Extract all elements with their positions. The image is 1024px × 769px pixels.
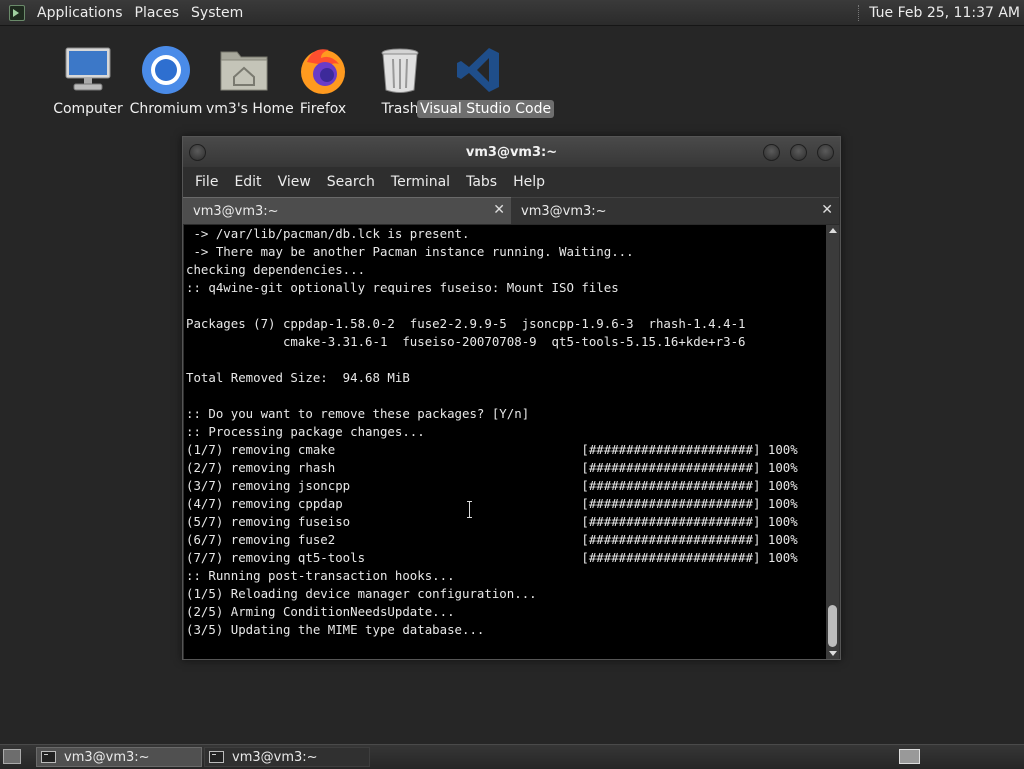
window-menu-icon[interactable] bbox=[189, 144, 206, 161]
terminal-line: (2/7) removing rhash [##################… bbox=[186, 460, 798, 475]
menu-edit[interactable]: Edit bbox=[226, 174, 269, 190]
desktop-icon-label: Trash bbox=[381, 101, 419, 117]
firefox-icon bbox=[297, 44, 349, 96]
terminal-line: :: Running post-transaction hooks... bbox=[186, 568, 455, 583]
terminal-line: (6/7) removing fuse2 [##################… bbox=[186, 532, 798, 547]
home-folder-icon bbox=[218, 44, 270, 96]
tab-terminal-2[interactable]: vm3@vm3:~ ✕ bbox=[511, 197, 839, 224]
top-panel: Applications Places System Tue Feb 25, 1… bbox=[0, 0, 1024, 26]
terminal-line: (4/7) removing cppdap [#################… bbox=[186, 496, 798, 511]
taskbar-item-label: vm3@vm3:~ bbox=[64, 749, 150, 765]
panel-separator bbox=[858, 4, 861, 21]
terminal-line: :: Do you want to remove these packages?… bbox=[186, 406, 530, 421]
terminal-line: (7/7) removing qt5-tools [##############… bbox=[186, 550, 798, 565]
terminal-line: (1/5) Reloading device manager configura… bbox=[186, 586, 537, 601]
window-menubar: File Edit View Search Terminal Tabs Help bbox=[183, 167, 840, 197]
computer-icon bbox=[62, 44, 114, 96]
text-cursor-icon bbox=[467, 501, 472, 518]
desktop-icon-label: Chromium bbox=[129, 101, 203, 117]
desktop-icon-vscode[interactable]: Visual Studio Code bbox=[417, 44, 555, 118]
show-desktop-icon[interactable] bbox=[3, 749, 21, 764]
terminal-line: (3/5) Updating the MIME type database... bbox=[186, 622, 485, 637]
vscode-icon bbox=[453, 44, 505, 96]
window-title: vm3@vm3:~ bbox=[465, 144, 558, 160]
desktop-icon-computer[interactable]: Computer bbox=[47, 44, 129, 118]
minimize-icon[interactable] bbox=[763, 144, 780, 161]
desktop-icon-home[interactable]: vm3's Home bbox=[203, 44, 294, 118]
scrollbar[interactable] bbox=[826, 225, 839, 659]
bottom-panel: vm3@vm3:~ vm3@vm3:~ bbox=[0, 744, 1024, 769]
terminal-line: :: q4wine-git optionally requires fuseis… bbox=[186, 280, 619, 295]
window-titlebar[interactable]: vm3@vm3:~ bbox=[183, 137, 840, 167]
close-tab-icon[interactable]: ✕ bbox=[493, 202, 505, 218]
tab-terminal-1[interactable]: vm3@vm3:~ ✕ bbox=[183, 197, 511, 224]
desktop-icon-chromium[interactable]: Chromium bbox=[125, 44, 207, 118]
taskbar-item-terminal-2[interactable]: vm3@vm3:~ bbox=[204, 747, 370, 767]
terminal-line: -> There may be another Pacman instance … bbox=[186, 244, 634, 259]
menu-places[interactable]: Places bbox=[129, 5, 186, 21]
menu-file[interactable]: File bbox=[187, 174, 226, 190]
terminal-line: (3/7) removing jsoncpp [################… bbox=[186, 478, 798, 493]
workspace-switcher[interactable] bbox=[899, 749, 920, 764]
terminal-line: :: Processing package changes... bbox=[186, 424, 425, 439]
taskbar-item-terminal-1[interactable]: vm3@vm3:~ bbox=[36, 747, 202, 767]
desktop-icon-label: Firefox bbox=[299, 101, 347, 117]
maximize-icon[interactable] bbox=[790, 144, 807, 161]
tab-label: vm3@vm3:~ bbox=[521, 203, 607, 219]
terminal-line: Total Removed Size: 94.68 MiB bbox=[186, 370, 410, 385]
menu-system[interactable]: System bbox=[185, 5, 249, 21]
menu-tabs[interactable]: Tabs bbox=[458, 174, 505, 190]
menu-search[interactable]: Search bbox=[319, 174, 383, 190]
terminal-icon bbox=[41, 751, 56, 763]
terminal-logo-icon[interactable] bbox=[9, 4, 25, 21]
scroll-thumb[interactable] bbox=[828, 605, 837, 647]
taskbar-item-label: vm3@vm3:~ bbox=[232, 749, 318, 765]
desktop-icon-firefox[interactable]: Firefox bbox=[282, 44, 364, 118]
close-window-icon[interactable] bbox=[817, 144, 834, 161]
menu-help[interactable]: Help bbox=[505, 174, 553, 190]
terminal-line: (1/7) removing cmake [##################… bbox=[186, 442, 798, 457]
close-tab-icon[interactable]: ✕ bbox=[821, 202, 833, 218]
desktop-icon-label: Visual Studio Code bbox=[417, 100, 555, 118]
terminal-icon bbox=[209, 751, 224, 763]
tab-label: vm3@vm3:~ bbox=[193, 203, 279, 219]
menu-applications[interactable]: Applications bbox=[31, 5, 129, 21]
terminal-line: (2/5) Arming ConditionNeedsUpdate... bbox=[186, 604, 455, 619]
terminal-line: checking dependencies... bbox=[186, 262, 366, 277]
terminal-line: (5/7) removing fuseiso [################… bbox=[186, 514, 798, 529]
terminal-line: Packages (7) cppdap-1.58.0-2 fuse2-2.9.9… bbox=[186, 316, 746, 331]
terminal-window[interactable]: vm3@vm3:~ File Edit View Search Terminal… bbox=[182, 136, 841, 660]
scroll-down-icon[interactable] bbox=[829, 651, 837, 656]
desktop-icon-label: Computer bbox=[53, 101, 123, 117]
tab-bar: vm3@vm3:~ ✕ vm3@vm3:~ ✕ bbox=[183, 197, 840, 225]
chromium-icon bbox=[140, 44, 192, 96]
clock[interactable]: Tue Feb 25, 11:37 AM bbox=[869, 5, 1020, 21]
terminal-line: -> /var/lib/pacman/db.lck is present. bbox=[186, 226, 470, 241]
terminal-output[interactable]: -> /var/lib/pacman/db.lck is present. ->… bbox=[184, 225, 826, 659]
scroll-up-icon[interactable] bbox=[829, 228, 837, 233]
terminal-line: cmake-3.31.6-1 fuseiso-20070708-9 qt5-to… bbox=[186, 334, 746, 349]
menu-terminal[interactable]: Terminal bbox=[383, 174, 458, 190]
menu-view[interactable]: View bbox=[270, 174, 319, 190]
